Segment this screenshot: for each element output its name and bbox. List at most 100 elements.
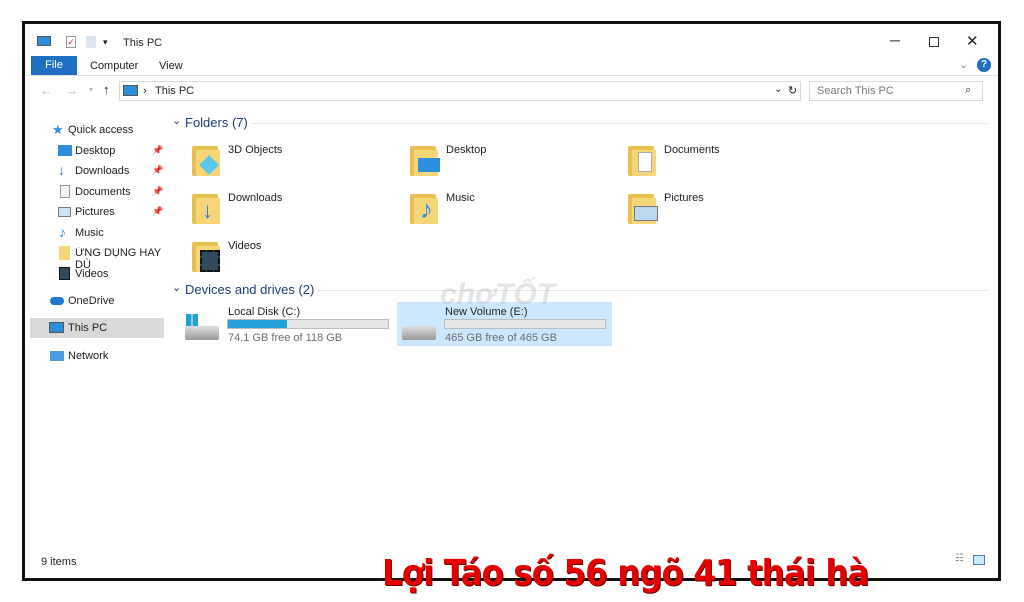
sidebar-item-downloads[interactable]: ↓ Downloads 📌 — [30, 161, 164, 181]
videos-folder-icon — [190, 238, 224, 272]
folder-name: Desktop — [446, 144, 487, 156]
drives-header[interactable]: Devices and drives (2) — [185, 282, 314, 297]
folder-pictures[interactable]: Pictures — [626, 188, 826, 232]
sidebar-item-label: Pictures — [75, 206, 115, 218]
drive-info: 465 GB free of 465 GB — [445, 332, 557, 344]
sidebar-item-label: This PC — [68, 322, 108, 334]
sidebar-item-onedrive[interactable]: OneDrive — [30, 291, 164, 311]
forward-button[interactable]: → — [65, 83, 78, 98]
help-button[interactable]: ? — [977, 58, 991, 72]
breadcrumb[interactable]: This PC — [155, 85, 194, 97]
sidebar-item-label: Desktop — [75, 145, 116, 157]
item-count: 9 items — [41, 556, 77, 568]
folder-3d-objects[interactable]: 3D Objects — [190, 140, 390, 184]
downloads-folder-icon: ↓ — [190, 190, 224, 224]
folder-documents[interactable]: Documents — [626, 140, 826, 184]
maximize-button[interactable] — [929, 37, 939, 47]
sidebar-item-desktop[interactable]: Desktop 📌 — [30, 141, 164, 161]
sidebar-item-folder[interactable]: ỨNG DỤNG HAY DÙ — [30, 243, 164, 271]
drive-c[interactable]: Local Disk (C:) 74.1 GB free of 118 GB — [180, 302, 395, 346]
download-icon: ↓ — [58, 162, 65, 178]
pin-icon[interactable]: 📌 — [152, 186, 163, 197]
window-title: This PC — [123, 37, 163, 49]
drive-usage-fill — [228, 320, 288, 328]
folder-videos[interactable]: Videos — [190, 236, 390, 280]
drive-usage-bar — [227, 319, 389, 329]
sidebar-item-label: Network — [68, 350, 109, 362]
videos-icon — [59, 267, 70, 280]
folder-downloads[interactable]: ↓ Downloads — [190, 188, 390, 232]
sidebar-item-music[interactable]: ♪ Music — [30, 223, 164, 243]
pictures-folder-icon — [626, 190, 660, 224]
new-folder-icon[interactable] — [86, 36, 96, 48]
computer-icon — [49, 322, 64, 333]
details-view-button[interactable]: ☷ — [955, 553, 964, 564]
sidebar-item-label: Quick access — [68, 124, 134, 136]
sidebar-item-label: Music — [75, 227, 104, 239]
section-divider — [318, 290, 987, 291]
properties-icon[interactable]: ✓ — [66, 36, 76, 48]
pictures-icon — [58, 207, 71, 217]
address-dropdown-icon[interactable]: ⌄ — [774, 84, 782, 95]
folder-icon — [59, 246, 70, 260]
sidebar-item-videos[interactable]: Videos — [30, 264, 164, 284]
sidebar-item-documents[interactable]: Documents 📌 — [30, 182, 164, 202]
desktop-icon — [58, 145, 72, 156]
drive-name: Local Disk (C:) — [228, 306, 301, 318]
folder-name: 3D Objects — [228, 144, 283, 156]
close-button[interactable]: ✕ — [966, 32, 979, 50]
folder-name: Downloads — [228, 192, 283, 204]
search-input[interactable]: Search This PC ⌕ — [809, 81, 983, 101]
customize-toolbar-icon[interactable]: ▾ — [103, 37, 108, 48]
drive-info: 74.1 GB free of 118 GB — [228, 332, 343, 344]
sidebar-item-label: Documents — [75, 186, 131, 198]
refresh-button[interactable]: ↻ — [788, 84, 797, 97]
recent-locations-icon[interactable]: ▾ — [89, 85, 93, 94]
sidebar-item-label: Downloads — [75, 165, 130, 177]
sidebar-item-network[interactable]: Network — [30, 346, 164, 366]
music-folder-icon: ♪ — [408, 190, 442, 224]
folders-header[interactable]: Folders (7) — [185, 115, 248, 130]
overlay-caption: Lợi Táo số 56 ngõ 41 thái hà — [382, 553, 869, 594]
windows-logo-icon — [186, 314, 198, 326]
tab-view[interactable]: View — [159, 60, 183, 72]
computer-icon — [123, 85, 138, 96]
computer-icon — [37, 36, 51, 46]
tab-computer[interactable]: Computer — [90, 60, 138, 72]
documents-folder-icon — [626, 142, 660, 176]
documents-icon — [60, 185, 70, 198]
sidebar-item-quick-access[interactable]: ★ Quick access — [30, 120, 164, 140]
search-placeholder: Search This PC — [817, 85, 894, 97]
folder-name: Music — [446, 192, 475, 204]
large-icons-view-button[interactable] — [973, 555, 985, 565]
tab-file[interactable]: File — [31, 56, 77, 75]
search-icon: ⌕ — [965, 84, 972, 96]
minimize-button[interactable]: ─ — [890, 32, 900, 48]
ribbon-divider — [25, 75, 998, 76]
cloud-icon — [50, 297, 64, 305]
drive-usage-bar — [444, 319, 606, 329]
back-button[interactable]: ← — [40, 83, 53, 98]
pin-icon[interactable]: 📌 — [152, 165, 163, 176]
sidebar-item-label: OneDrive — [68, 295, 115, 307]
section-divider — [252, 123, 987, 124]
up-button[interactable]: ↑ — [103, 82, 110, 97]
drives-collapse-icon[interactable]: ⌄ — [172, 281, 181, 294]
breadcrumb-separator: › — [143, 85, 147, 97]
expand-ribbon-icon[interactable]: ⌄ — [959, 58, 968, 71]
sidebar-item-this-pc[interactable]: This PC — [30, 318, 164, 338]
pin-icon[interactable]: 📌 — [152, 206, 163, 217]
pin-icon[interactable]: 📌 — [152, 145, 163, 156]
sidebar-item-pictures[interactable]: Pictures 📌 — [30, 202, 164, 222]
folders-collapse-icon[interactable]: ⌄ — [172, 114, 181, 127]
folder-name: Documents — [664, 144, 720, 156]
address-bar[interactable]: › This PC ⌄ ↻ — [119, 81, 801, 101]
network-icon — [50, 351, 64, 361]
hard-drive-icon — [185, 326, 219, 340]
3d-objects-icon — [190, 142, 224, 176]
folder-name: Pictures — [664, 192, 704, 204]
folder-music[interactable]: ♪ Music — [408, 188, 608, 232]
hard-drive-icon — [402, 326, 436, 340]
folder-desktop[interactable]: Desktop — [408, 140, 608, 184]
music-icon: ♪ — [59, 224, 66, 240]
